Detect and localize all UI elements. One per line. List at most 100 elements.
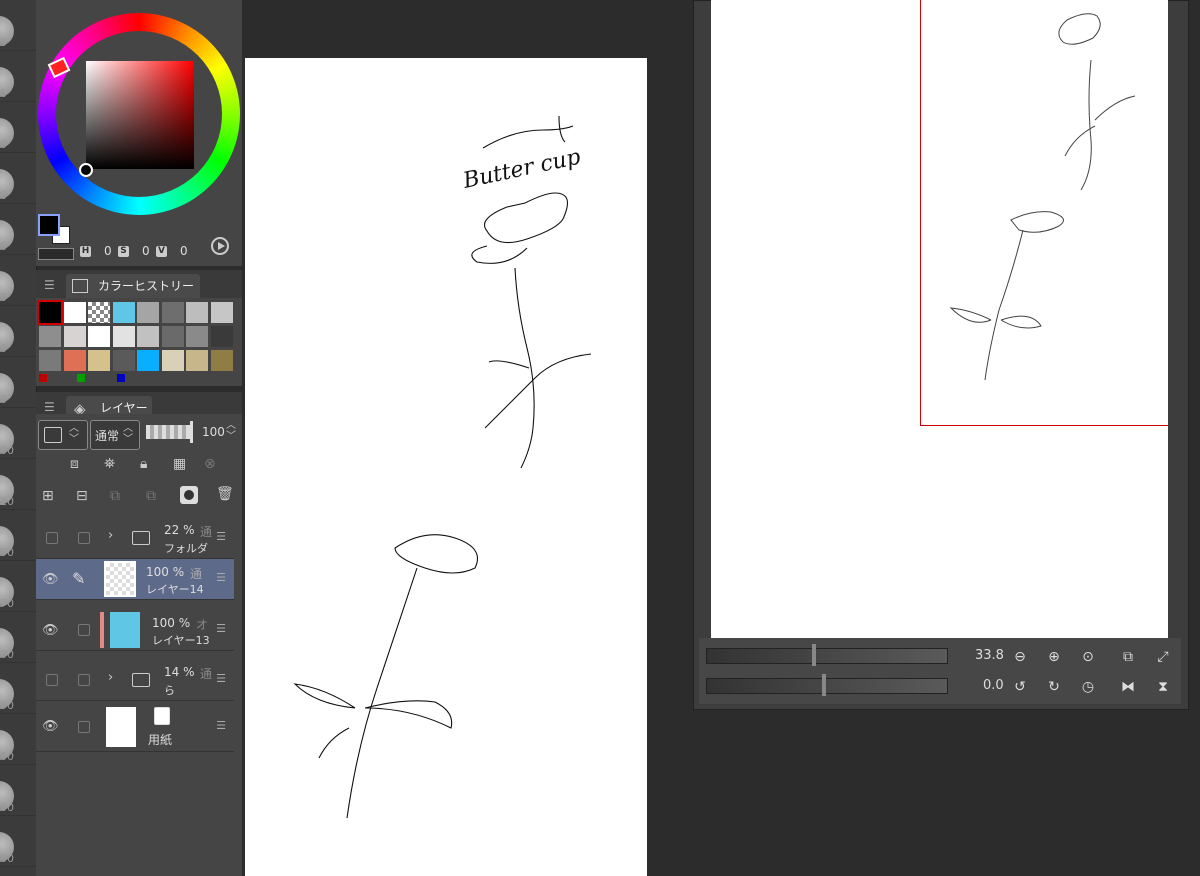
color-history-swatch[interactable] [37, 300, 63, 325]
color-history-swatch[interactable] [112, 302, 135, 323]
opacity-stepper-icon[interactable]: ︿ ﹀ [226, 420, 236, 442]
layer-row-folder-2[interactable]: › 14 % 通 ら ☰ [36, 660, 234, 701]
color-history-swatch[interactable] [88, 350, 110, 371]
brush-size-item[interactable]: 00 [0, 612, 36, 663]
main-color-swatch[interactable] [38, 214, 60, 236]
color-history-swatch[interactable] [63, 350, 86, 371]
layer-menu-icon[interactable]: ☰ [216, 530, 226, 543]
color-history-swatch[interactable] [112, 350, 135, 371]
layer-color-selector[interactable]: ︿ ﹀ [38, 420, 88, 450]
tab-color-history[interactable]: カラーヒストリー [66, 274, 200, 298]
layer-row-folder-1[interactable]: › 22 % 通 フォルダ ☰ [36, 518, 234, 559]
rotation-slider-handle[interactable] [822, 674, 826, 696]
layer-menu-icon[interactable]: ☰ [216, 571, 226, 584]
color-history-swatch[interactable] [161, 302, 184, 323]
color-history-swatch[interactable] [210, 326, 233, 347]
layer-menu-icon[interactable]: ☰ [216, 622, 226, 635]
color-history-swatch[interactable] [186, 350, 208, 371]
color-history-swatch[interactable] [210, 302, 233, 323]
visibility-checkbox[interactable] [46, 674, 58, 686]
color-history-swatch[interactable] [137, 326, 159, 347]
color-history-swatch[interactable] [186, 326, 208, 347]
brush-size-item[interactable]: 00 [0, 765, 36, 816]
opacity-slider-handle[interactable] [190, 421, 193, 443]
transfer-down-icon[interactable]: ⧉ [110, 488, 120, 504]
expand-chevron-icon[interactable]: › [108, 528, 113, 543]
color-history-swatch[interactable] [161, 326, 184, 347]
play-icon[interactable] [211, 237, 229, 255]
fit-to-window-icon[interactable]: ⧉ [1118, 647, 1138, 667]
color-history-swatch[interactable] [39, 326, 61, 347]
visibility-checkbox[interactable] [46, 532, 58, 544]
color-history-swatch[interactable] [186, 302, 208, 323]
brush-size-item[interactable]: 70 [0, 561, 36, 612]
brush-size-item[interactable]: 0 [0, 357, 36, 408]
zoom-out-icon[interactable]: ⊖ [1010, 647, 1030, 667]
transparent-color-swatch[interactable] [38, 248, 74, 260]
brush-size-item[interactable]: 0 [0, 306, 36, 357]
opacity-slider[interactable] [146, 425, 192, 439]
flip-horizontal-icon[interactable]: ⧓ [1118, 677, 1138, 697]
brush-size-item[interactable]: 0 [0, 255, 36, 306]
brush-size-item[interactable]: 5 [0, 0, 36, 51]
color-history-swatch[interactable] [88, 302, 110, 323]
brush-size-item[interactable]: 50 [0, 510, 36, 561]
color-history-swatch[interactable] [112, 326, 135, 347]
layer-row-paper[interactable]: 👁︎ 用紙 ☰ [36, 703, 234, 752]
new-folder-icon[interactable]: ⊟ [76, 488, 88, 504]
brush-size-item[interactable]: 0 [0, 102, 36, 153]
panel-menu-icon[interactable]: ☰ [44, 400, 55, 414]
panel-menu-icon[interactable]: ☰ [44, 278, 55, 292]
color-history-swatch[interactable] [39, 350, 61, 371]
rotation-reset-icon[interactable]: ◷ [1078, 677, 1098, 697]
brush-size-item[interactable]: 00 [0, 408, 36, 459]
edit-checkbox[interactable] [78, 721, 90, 733]
edit-checkbox[interactable] [78, 624, 90, 636]
color-history-swatch[interactable] [88, 326, 110, 347]
main-canvas[interactable]: Butter cup [245, 58, 647, 876]
color-history-swatch[interactable] [210, 350, 233, 371]
brush-size-item[interactable]: 0 [0, 153, 36, 204]
flip-vertical-icon[interactable]: ⧗ [1153, 677, 1173, 697]
color-history-swatch[interactable] [137, 350, 159, 371]
trash-icon[interactable]: 🗑︎ [216, 486, 234, 502]
reference-icon[interactable]: ⛯ [104, 456, 115, 472]
lock-icon[interactable]: 🔒︎ [140, 456, 147, 472]
brush-size-item[interactable]: 00 [0, 714, 36, 765]
blend-mode-select[interactable]: 通常 ︿ ﹀ [90, 420, 140, 450]
fullscreen-icon[interactable]: ⤢ [1153, 647, 1173, 667]
mask-toggle-icon[interactable]: ⊗ [204, 456, 216, 472]
zoom-reset-icon[interactable]: ⊙ [1078, 647, 1098, 667]
edit-checkbox[interactable] [78, 532, 90, 544]
eye-icon[interactable]: 👁︎ [42, 719, 59, 734]
color-history-swatch[interactable] [137, 302, 159, 323]
layer-menu-icon[interactable]: ☰ [216, 719, 226, 732]
rotate-left-icon[interactable]: ↺ [1010, 677, 1030, 697]
opacity-value[interactable]: 100 [202, 425, 225, 439]
merge-down-icon[interactable]: ⧉ [146, 488, 156, 504]
color-history-swatch[interactable] [161, 350, 184, 371]
color-history-swatch[interactable] [63, 326, 86, 347]
brush-size-item[interactable]: 0 [0, 204, 36, 255]
brush-size-item[interactable]: 0 [0, 51, 36, 102]
zoom-value[interactable]: 33.8 [975, 648, 1004, 663]
saturation-value-square[interactable] [86, 61, 194, 169]
layer-mask-icon[interactable] [180, 486, 198, 504]
eye-icon[interactable]: 👁︎ [42, 623, 59, 638]
zoom-slider[interactable] [706, 648, 948, 664]
layer-row-fill[interactable]: 👁︎ 100 % オ レイヤー13 ☰ [36, 610, 234, 651]
rotation-slider[interactable] [706, 678, 948, 694]
brush-size-item[interactable]: 20 [0, 459, 36, 510]
layer-menu-icon[interactable]: ☰ [216, 672, 226, 685]
new-layer-icon[interactable]: ⊞ [42, 488, 54, 504]
rotate-right-icon[interactable]: ↻ [1044, 677, 1064, 697]
expand-chevron-icon[interactable]: › [108, 670, 113, 685]
zoom-in-icon[interactable]: ⊕ [1044, 647, 1064, 667]
color-history-swatch[interactable] [63, 302, 86, 323]
sv-marker[interactable] [79, 163, 93, 177]
rotation-value[interactable]: 0.0 [983, 678, 1004, 693]
lock-transparency-icon[interactable]: ▦ [173, 456, 186, 472]
edit-checkbox[interactable] [78, 674, 90, 686]
eye-icon[interactable]: 👁︎ [42, 572, 59, 587]
navigator-preview[interactable] [711, 0, 1168, 638]
